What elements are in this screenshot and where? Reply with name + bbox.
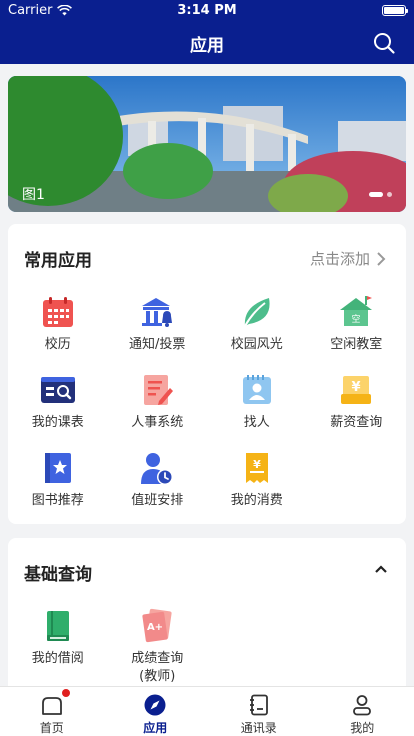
tab-label: 通讯录 [240, 721, 277, 735]
app-my-consumption[interactable]: ¥ 我的消费 [207, 450, 307, 528]
app-label: 图书推荐 [31, 493, 84, 508]
book-star-icon [44, 453, 71, 483]
app-salary-query[interactable]: ¥ 薪资查询 [307, 372, 407, 450]
borrow-book-icon [46, 611, 69, 641]
classroom-house-icon: 空 [340, 296, 373, 326]
tab-bar: 首页 应用 通讯录 我的 [0, 686, 414, 736]
building-bell-icon [142, 298, 173, 327]
grade-paper-icon: A+ [142, 608, 172, 643]
basic-query-title: 基础查询 [24, 565, 92, 585]
tab-apps[interactable]: 应用 [104, 687, 208, 736]
page-title: 应用 [190, 36, 224, 56]
app-label: 校历 [44, 337, 71, 352]
app-label: 我的借阅 [31, 651, 84, 666]
app-grade-query[interactable]: A+ 成绩查询 (教师) [108, 608, 208, 686]
page-dot-active [369, 192, 383, 197]
battery-icon [382, 5, 408, 16]
app-notice-vote[interactable]: 通知/投票 [108, 294, 208, 372]
notification-badge [62, 689, 70, 697]
add-app-label: 点击添加 [309, 250, 370, 268]
campus-photo [8, 76, 406, 212]
tab-contacts[interactable]: 通讯录 [207, 687, 311, 736]
svg-text:¥: ¥ [352, 380, 361, 395]
banner-carousel[interactable]: 图1 [8, 76, 406, 212]
schedule-search-icon [40, 377, 75, 403]
app-label: 我的课表 [31, 415, 84, 430]
app-label: 找人 [243, 415, 270, 430]
page-dot [387, 192, 392, 197]
status-time: 3:14 PM [177, 3, 237, 18]
tab-label: 首页 [39, 721, 64, 735]
add-app-link[interactable]: 点击添加 [310, 248, 386, 269]
nav-bar: 应用 [0, 20, 414, 64]
app-duty-schedule[interactable]: 值班安排 [108, 450, 208, 528]
tab-me[interactable]: 我的 [311, 687, 414, 736]
compass-icon [144, 694, 166, 716]
app-my-borrowing[interactable]: 我的借阅 [8, 608, 108, 686]
tab-label: 我的 [350, 721, 375, 735]
home-icon [41, 697, 62, 715]
address-book-icon [249, 694, 268, 716]
app-label: 空闲教室 [330, 337, 383, 352]
tab-home[interactable]: 首页 [0, 687, 104, 736]
app-label: 成绩查询 (教师) [131, 651, 184, 684]
app-free-classroom[interactable]: 空 空闲教室 [307, 294, 407, 372]
calendar-icon [42, 297, 73, 327]
app-label: 薪资查询 [330, 415, 383, 430]
chevron-up-icon[interactable] [374, 564, 388, 574]
salary-icon: ¥ [341, 376, 372, 404]
tab-label: 应用 [143, 721, 168, 735]
basic-query-grid: 我的借阅 A+ 成绩查询 (教师) [8, 608, 406, 686]
person-clock-icon [141, 453, 174, 485]
app-hr-system[interactable]: 人事系统 [108, 372, 208, 450]
app-label: 人事系统 [131, 415, 184, 430]
app-calendar[interactable]: 校历 [8, 294, 108, 372]
app-label: 值班安排 [131, 493, 184, 508]
app-label: 通知/投票 [129, 337, 186, 352]
app-label: 我的消费 [230, 493, 283, 508]
app-my-schedule[interactable]: 我的课表 [8, 372, 108, 450]
app-find-person[interactable]: 找人 [207, 372, 307, 450]
person-icon [353, 695, 372, 716]
search-icon[interactable] [372, 31, 396, 55]
chevron-right-icon [377, 251, 386, 266]
common-apps-grid: 校历 通知/投票 校园风光 空 空闲教室 我的课表 人事系统 找人 ¥ 薪资查询… [8, 294, 406, 528]
banner-caption: 图1 [22, 187, 45, 203]
svg-text:空: 空 [352, 313, 361, 325]
receipt-icon: ¥ [245, 453, 268, 483]
common-apps-title: 常用应用 [24, 251, 92, 271]
app-campus-scenery[interactable]: 校园风光 [207, 294, 307, 372]
app-label: 校园风光 [230, 337, 283, 352]
leaf-icon [243, 298, 270, 327]
status-bar: Carrier 3:14 PM [0, 0, 414, 20]
contact-card-icon [242, 375, 271, 404]
svg-text:¥: ¥ [253, 458, 261, 471]
common-apps-card: 常用应用 点击添加 校历 通知/投票 校园风光 空 空闲教室 我的课表 人事系统… [8, 224, 406, 524]
banner-page-indicator [369, 192, 392, 197]
app-book-recommend[interactable]: 图书推荐 [8, 450, 108, 528]
basic-query-card: 基础查询 我的借阅 A+ 成绩查询 (教师) [8, 538, 406, 698]
document-edit-icon [144, 375, 174, 405]
svg-text:A+: A+ [147, 622, 163, 633]
